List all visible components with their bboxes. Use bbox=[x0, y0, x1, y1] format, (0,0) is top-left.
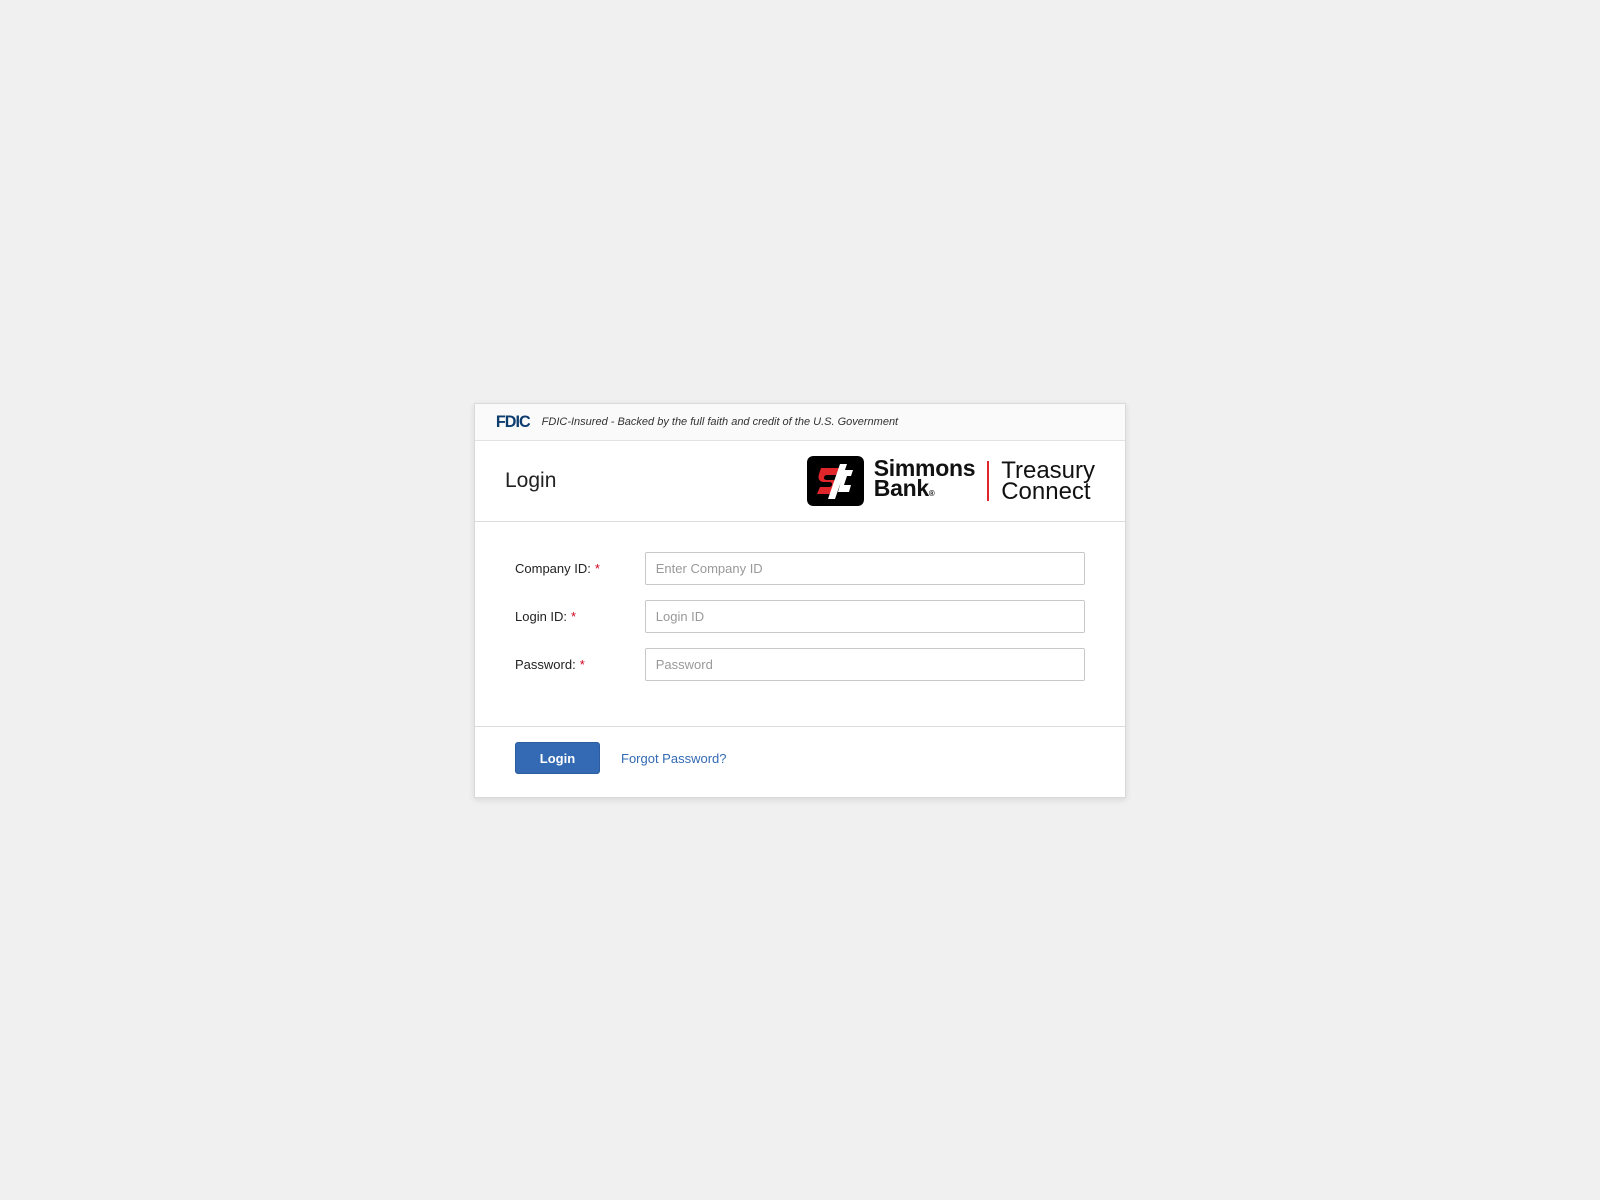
company-id-label: Company ID: * bbox=[515, 561, 645, 576]
required-marker: * bbox=[579, 657, 585, 672]
brand-name: Simmons Bank® bbox=[873, 457, 976, 504]
login-id-row: Login ID: * bbox=[515, 600, 1085, 633]
password-input[interactable] bbox=[644, 648, 1085, 681]
login-form: Company ID:* Login ID:* Password:* bbox=[475, 522, 1125, 727]
login-header: Login Simmons Bank® Treasury Connect bbox=[475, 441, 1125, 522]
login-button[interactable]: Login bbox=[515, 742, 600, 774]
product-name: Treasury Connect bbox=[1001, 459, 1095, 505]
required-marker: * bbox=[571, 609, 577, 624]
brand-logo: Simmons Bank® Treasury Connect bbox=[806, 455, 1095, 507]
fdic-notice: FDIC-Insured - Backed by the full faith … bbox=[541, 416, 899, 428]
simmons-logo-icon bbox=[806, 456, 864, 506]
login-id-label: Login ID: * bbox=[515, 609, 645, 624]
password-label-text: Password: bbox=[515, 657, 576, 672]
login-id-input[interactable] bbox=[644, 600, 1085, 633]
password-label: Password: * bbox=[515, 657, 645, 672]
fdic-banner: FDIC FDIC-Insured - Backed by the full f… bbox=[475, 404, 1125, 441]
fdic-logo: FDIC bbox=[495, 412, 531, 431]
brand-divider bbox=[987, 461, 990, 501]
login-card: FDIC FDIC-Insured - Backed by the full f… bbox=[474, 403, 1126, 798]
forgot-password-link[interactable]: Forgot Password? bbox=[621, 751, 727, 766]
page-title: Login bbox=[505, 469, 557, 492]
registered-mark: ® bbox=[928, 489, 935, 498]
product-name-line2: Connect bbox=[1001, 478, 1091, 505]
login-id-label-text: Login ID: bbox=[515, 609, 568, 624]
login-footer: Login Forgot Password? bbox=[475, 727, 1125, 774]
company-id-label-text: Company ID: bbox=[515, 561, 591, 576]
company-id-row: Company ID: * bbox=[515, 552, 1085, 585]
company-id-input[interactable] bbox=[644, 552, 1085, 585]
password-row: Password: * bbox=[515, 648, 1085, 681]
required-marker: * bbox=[594, 561, 600, 576]
brand-name-line2: Bank bbox=[873, 475, 929, 501]
